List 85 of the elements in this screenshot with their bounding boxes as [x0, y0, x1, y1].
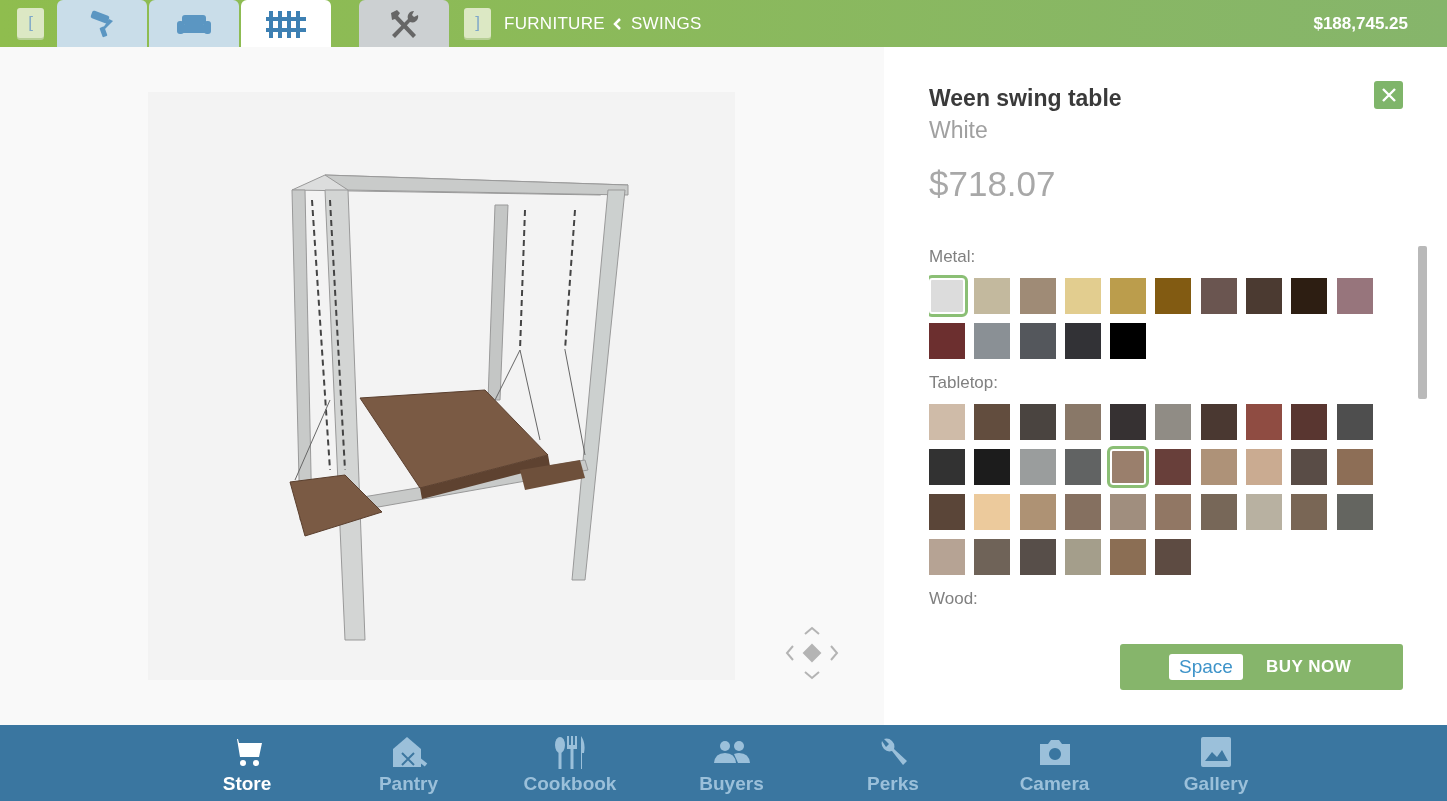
color-swatch[interactable]: [1064, 494, 1101, 530]
utensils-icon: [553, 735, 587, 769]
color-swatch[interactable]: [974, 278, 1011, 314]
color-swatch[interactable]: [929, 323, 965, 359]
color-swatch[interactable]: [1110, 494, 1147, 530]
category-tab[interactable]: [57, 0, 147, 47]
color-swatch[interactable]: [1110, 278, 1147, 314]
category-tab[interactable]: [149, 0, 239, 47]
color-swatch[interactable]: [1246, 494, 1283, 530]
item-name: Ween swing table: [929, 85, 1122, 112]
nav-tab[interactable]: Camera: [973, 725, 1136, 801]
chevron-left-icon: [612, 17, 623, 30]
balance-amount: $188,745.25: [1313, 13, 1408, 34]
color-swatch[interactable]: [974, 323, 1011, 359]
color-swatch[interactable]: [1291, 494, 1328, 530]
category-tab[interactable]: [359, 0, 449, 47]
color-swatch[interactable]: [1110, 449, 1147, 485]
bracket-key[interactable]: ]: [464, 8, 491, 38]
key-hint: Space: [1169, 654, 1243, 680]
color-swatch[interactable]: [1336, 404, 1373, 440]
color-swatch[interactable]: [1019, 539, 1056, 575]
color-swatch[interactable]: [1200, 449, 1237, 485]
color-swatch[interactable]: [1064, 323, 1101, 359]
color-swatch[interactable]: [1155, 539, 1192, 575]
close-icon: [1380, 87, 1397, 103]
color-swatch[interactable]: [974, 449, 1011, 485]
nav-tab[interactable]: Store: [166, 725, 328, 801]
color-swatch[interactable]: [1019, 278, 1056, 314]
item-price: $718.07: [929, 164, 1056, 204]
color-swatch[interactable]: [1246, 278, 1283, 314]
color-swatch[interactable]: [1064, 539, 1101, 575]
close-button[interactable]: [1374, 81, 1403, 109]
color-swatch[interactable]: [1155, 449, 1192, 485]
color-swatch[interactable]: [1019, 449, 1056, 485]
color-swatch[interactable]: [929, 278, 965, 314]
color-swatch[interactable]: [1019, 404, 1056, 440]
nav-tab[interactable]: Perks: [812, 725, 974, 801]
image-icon: [1201, 737, 1231, 767]
hammer-wrench-icon: [388, 8, 420, 39]
color-swatch[interactable]: [1200, 404, 1237, 440]
item-variant: White: [929, 117, 988, 144]
section-label: Wood:: [929, 589, 978, 610]
buy-now-button[interactable]: Space BUY NOW: [1120, 644, 1403, 690]
color-swatch[interactable]: [1336, 494, 1373, 530]
scrollbar-thumb[interactable]: [1418, 246, 1427, 399]
color-swatch[interactable]: [974, 404, 1011, 440]
color-swatch[interactable]: [974, 494, 1011, 530]
color-swatch[interactable]: [929, 539, 965, 575]
people-icon: [713, 740, 750, 764]
color-swatch[interactable]: [1155, 278, 1192, 314]
color-swatch[interactable]: [1246, 449, 1283, 485]
color-swatch[interactable]: [929, 404, 965, 440]
color-swatch[interactable]: [1155, 404, 1192, 440]
color-swatch[interactable]: [1019, 323, 1056, 359]
color-swatch[interactable]: [1246, 404, 1283, 440]
color-swatch[interactable]: [1110, 404, 1147, 440]
category-tab[interactable]: [241, 0, 331, 47]
color-swatch[interactable]: [1200, 278, 1237, 314]
color-swatch[interactable]: [1336, 449, 1373, 485]
color-swatch[interactable]: [929, 494, 965, 530]
color-swatch[interactable]: [1291, 278, 1328, 314]
color-swatch[interactable]: [1064, 278, 1101, 314]
section-label: Tabletop:: [929, 373, 998, 394]
nav-tab[interactable]: Gallery: [1135, 725, 1297, 801]
color-swatch[interactable]: [929, 449, 965, 485]
color-swatch[interactable]: [1064, 404, 1101, 440]
color-swatch[interactable]: [1291, 449, 1328, 485]
fence-icon: [266, 9, 306, 38]
breadcrumb-current: SWINGS: [630, 13, 702, 34]
color-swatch[interactable]: [1336, 278, 1373, 314]
color-swatch[interactable]: [1155, 494, 1192, 530]
color-swatch[interactable]: [1110, 323, 1147, 359]
camera-icon: [1038, 738, 1071, 766]
color-swatch[interactable]: [1200, 494, 1237, 530]
nav-tab[interactable]: Cookbook: [489, 725, 651, 801]
bracket-key[interactable]: [: [17, 8, 44, 38]
breadcrumb-link[interactable]: FURNITURE: [504, 13, 605, 34]
color-swatch[interactable]: [1019, 494, 1056, 530]
color-swatch[interactable]: [974, 539, 1011, 575]
color-swatch[interactable]: [1291, 404, 1328, 440]
nav-tab[interactable]: Pantry: [327, 725, 490, 801]
color-swatch[interactable]: [1064, 449, 1101, 485]
section-label: Metal:: [929, 247, 976, 268]
color-swatch[interactable]: [1110, 539, 1147, 575]
nav-tab[interactable]: Buyers: [650, 725, 813, 801]
